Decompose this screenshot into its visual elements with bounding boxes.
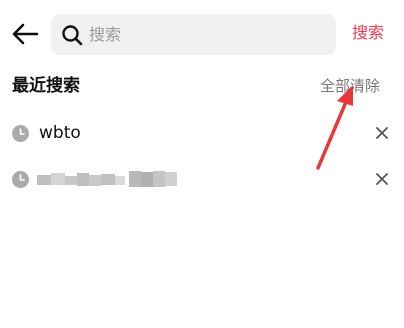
search-icon: [62, 25, 83, 46]
history-item[interactable]: [0, 159, 404, 199]
clock-icon: [12, 125, 29, 142]
close-icon: [376, 173, 388, 185]
search-box[interactable]: [51, 14, 336, 55]
clear-all-button[interactable]: 全部清除: [320, 75, 380, 97]
back-button[interactable]: [10, 20, 40, 48]
close-icon: [376, 127, 388, 139]
history-item[interactable]: wbto: [0, 113, 404, 153]
search-input[interactable]: [89, 14, 329, 55]
clock-icon: [12, 171, 29, 188]
search-submit-button[interactable]: 搜索: [352, 21, 384, 45]
remove-history-button[interactable]: [374, 125, 390, 141]
history-item-text: wbto: [39, 123, 81, 143]
blurred-history-text: [37, 171, 177, 187]
recent-searches-title: 最近搜索: [12, 76, 80, 96]
remove-history-button[interactable]: [374, 171, 390, 187]
arrow-left-icon: [12, 23, 39, 45]
top-bar: 搜索: [0, 0, 404, 68]
